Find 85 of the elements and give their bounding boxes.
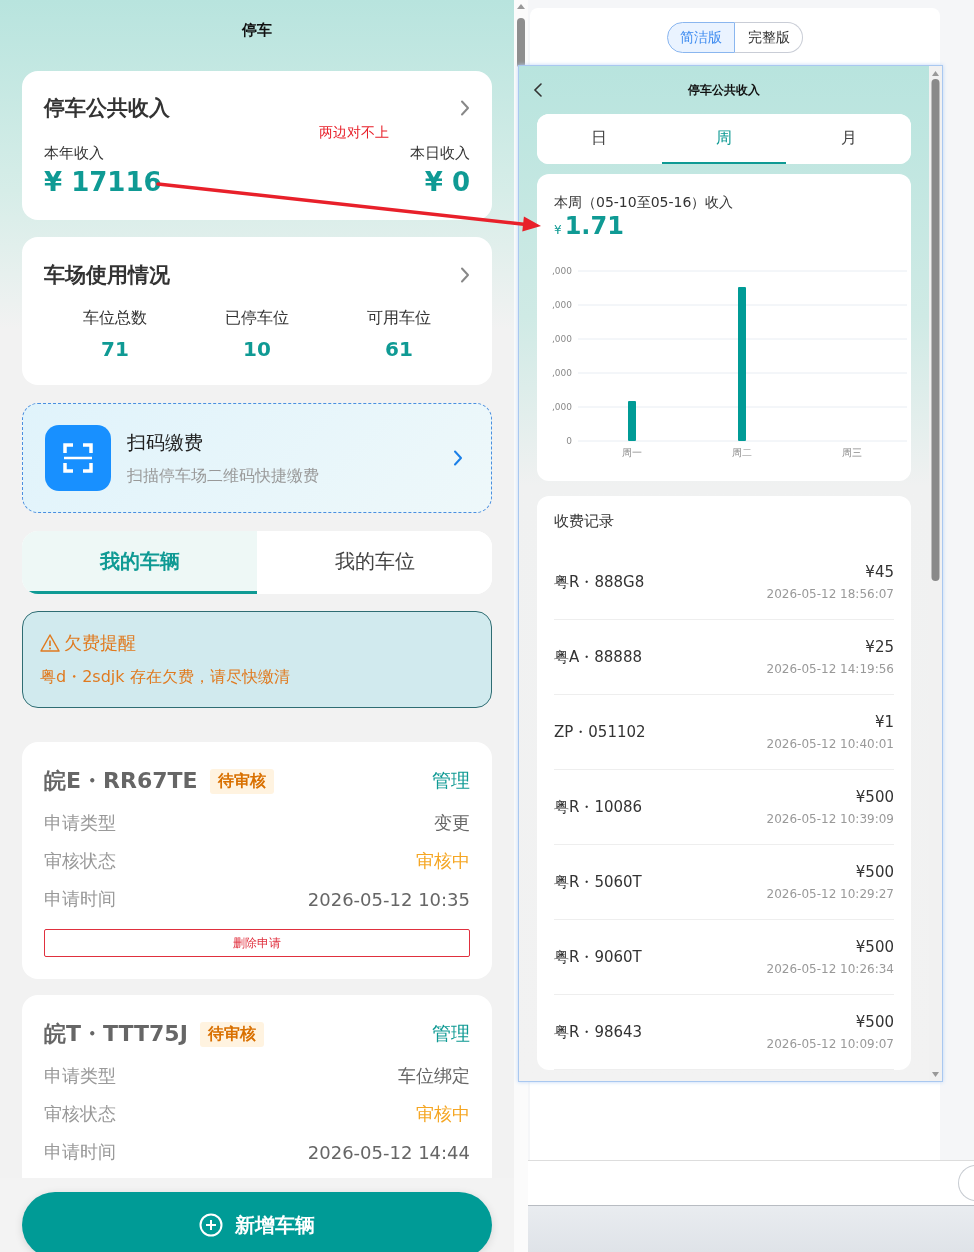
status-badge: 待审核: [199, 1021, 264, 1047]
record-plate: 粤R・9060T: [554, 947, 642, 967]
day-income-label: 本日收入: [410, 143, 470, 164]
field-label: 申请时间: [44, 1140, 116, 1164]
delete-request-button[interactable]: 删除申请: [44, 929, 470, 957]
version-toggle-option[interactable]: 完整版: [735, 22, 803, 53]
record-time: 2026-05-12 14:19:56: [766, 662, 894, 676]
field-value: 变更: [434, 811, 470, 835]
chevron-right-icon: [460, 267, 470, 283]
card-title: 车场使用情况: [44, 262, 170, 289]
record-amount: ¥45: [865, 563, 894, 581]
week-income-label: 本周（05-10至05-16）收入: [554, 193, 735, 212]
currency-sign: ¥: [554, 223, 562, 237]
record-time: 2026-05-12 10:39:09: [766, 812, 894, 826]
warning-icon: [40, 633, 60, 653]
popup-title: 停车公共收入: [688, 81, 760, 99]
alert-message: 粤d・2sdjk 存在欠费，请尽快缴清: [40, 666, 291, 688]
record-time: 2026-05-12 10:40:01: [766, 737, 894, 751]
record-amount: ¥1: [874, 713, 894, 731]
manage-link[interactable]: 管理: [432, 768, 470, 794]
axis-label: ,000: [551, 266, 572, 276]
field-label: 审核状态: [44, 1102, 116, 1126]
stat-label: 可用车位: [367, 307, 431, 329]
field-value: 2026-05-12 14:44: [307, 1141, 470, 1163]
stat-label: 车位总数: [83, 307, 147, 329]
alert-title: 欠费提醒: [64, 631, 136, 655]
axis-label: 周二: [732, 447, 752, 458]
record-amount: ¥500: [855, 938, 894, 956]
stat-value: 10: [243, 336, 271, 363]
scan-icon: [45, 425, 111, 491]
record-plate: 粤R・10086: [554, 797, 643, 817]
record-time: 2026-05-12 10:29:27: [766, 887, 894, 901]
back-button[interactable]: [533, 83, 543, 97]
scan-pay-card[interactable]: 扫码缴费 扫描停车场二维码快捷缴费: [22, 403, 492, 513]
chevron-right-icon: [460, 100, 470, 116]
annotation-note: 两边对不上: [319, 124, 389, 142]
record-amount: ¥500: [855, 788, 894, 806]
record-plate: 粤R・5060T: [554, 872, 642, 892]
record-amount: ¥25: [865, 638, 894, 656]
year-income-value: ¥ 17116: [44, 166, 162, 199]
week-income-value: 1.71: [564, 212, 624, 240]
record-plate: 粤R・98643: [554, 1022, 643, 1042]
manage-link[interactable]: 管理: [432, 1021, 470, 1047]
chevron-left-icon: [533, 83, 543, 97]
stat-label: 已停车位: [225, 307, 289, 329]
record-plate: ZP・051102: [554, 722, 646, 742]
field-label: 审核状态: [44, 849, 116, 873]
axis-label: 0: [566, 436, 572, 446]
axis-label: ,000: [551, 368, 572, 378]
axis-label: ,000: [551, 402, 572, 412]
field-label: 申请类型: [44, 1064, 116, 1088]
field-value: 审核中: [416, 849, 470, 873]
chart-bar: [628, 401, 636, 441]
income-card[interactable]: 停车公共收入 本年收入 ¥ 17116 本日收入 ¥ 0 两边对不上: [22, 71, 492, 220]
year-income-label: 本年收入: [44, 143, 105, 164]
record-time: 2026-05-12 10:09:07: [766, 1037, 894, 1051]
field-value: 2026-05-12 10:35: [307, 888, 470, 910]
plate-number: 皖E・RR67TE: [44, 767, 198, 795]
status-badge: 待审核: [209, 768, 274, 794]
card-title: 停车公共收入: [44, 95, 170, 122]
page-title: 停车: [242, 20, 272, 40]
record-time: 2026-05-12 10:26:34: [766, 962, 894, 976]
records-title: 收费记录: [554, 511, 615, 532]
record-amount: ¥500: [855, 1013, 894, 1031]
axis-label: 周三: [842, 447, 862, 458]
plus-circle-icon: [199, 1213, 223, 1237]
stat-value: 61: [385, 336, 413, 363]
plate-number: 皖T・TTT75J: [44, 1020, 188, 1048]
field-value: 车位绑定: [398, 1064, 470, 1088]
axis-label: ,000: [551, 334, 572, 344]
field-value: 审核中: [416, 1102, 470, 1126]
record-plate: 粤R・888G8: [554, 572, 645, 592]
field-label: 申请时间: [44, 887, 116, 911]
scan-subtitle: 扫描停车场二维码快捷缴费: [127, 465, 320, 487]
field-label: 申请类型: [44, 811, 116, 835]
stat-value: 71: [101, 336, 129, 363]
axis-label: ,000: [551, 300, 572, 310]
axis-label: 周一: [622, 447, 642, 458]
usage-card[interactable]: 车场使用情况 车位总数 71 已停车位 10 可用车位 61: [22, 237, 492, 385]
record-time: 2026-05-12 18:56:07: [766, 587, 894, 601]
chevron-right-icon: [453, 450, 463, 466]
record-plate: 粤A・88888: [554, 647, 642, 667]
scan-title: 扫码缴费: [127, 430, 204, 455]
record-amount: ¥500: [855, 863, 894, 881]
day-income-value: ¥ 0: [424, 166, 470, 199]
